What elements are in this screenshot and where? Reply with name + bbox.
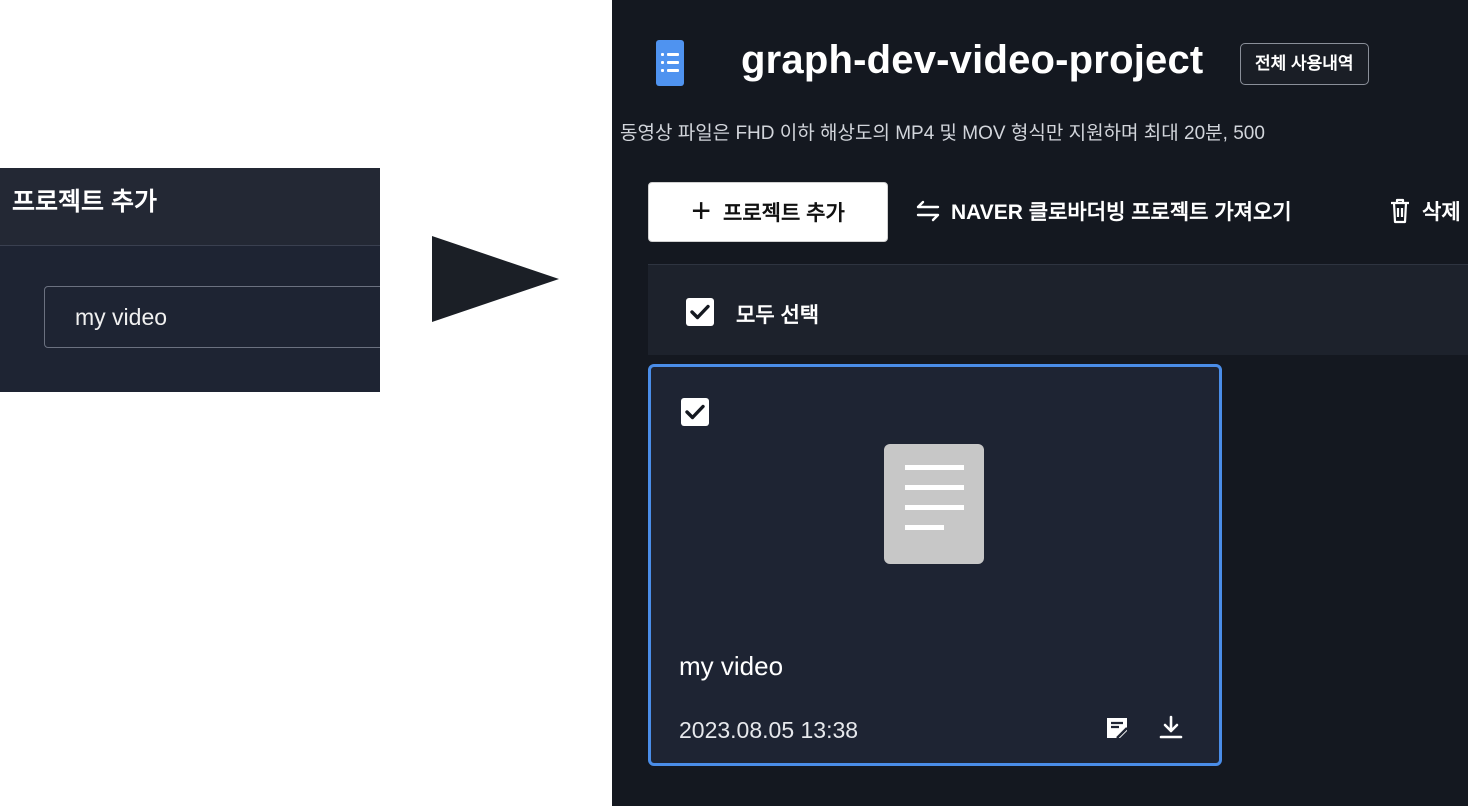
dialog-title: 프로젝트 추가 — [12, 188, 157, 216]
select-all-bar: 모두 선택 — [648, 264, 1468, 355]
document-icon — [656, 40, 684, 86]
project-date: 2023.08.05 13:38 — [679, 717, 859, 743]
delete-button[interactable]: 삭제 — [1388, 196, 1461, 226]
download-button[interactable] — [1157, 714, 1185, 742]
project-name: my video — [679, 651, 784, 681]
project-card[interactable]: my video 2023.08.05 13:38 — [648, 364, 1222, 766]
checkbox-checked-icon — [690, 304, 710, 320]
checkbox-checked-icon — [685, 404, 705, 420]
page-title: graph-dev-video-project — [741, 38, 1204, 82]
import-label: NAVER 클로바더빙 프로젝트 가져오기 — [951, 201, 1292, 224]
subtitle-edit-icon — [1107, 718, 1128, 739]
delete-label: 삭제 — [1422, 201, 1461, 224]
subtitle-edit-button[interactable] — [1103, 714, 1131, 742]
download-icon — [1159, 715, 1183, 739]
swap-arrows-icon — [916, 200, 940, 222]
trash-icon — [1391, 198, 1409, 224]
add-project-button[interactable]: + 프로젝트 추가 — [648, 182, 888, 242]
project-page: graph-dev-video-project 전체 사용내역 동영상 파일은 … — [612, 0, 1468, 806]
add-project-dialog: 프로젝트 추가 — [0, 168, 380, 392]
document-thumbnail-icon — [884, 444, 984, 564]
project-name-input[interactable] — [44, 286, 380, 348]
plus-icon: + — [691, 191, 712, 230]
import-clova-project-button[interactable]: NAVER 클로바더빙 프로젝트 가져오기 — [915, 196, 1292, 226]
add-project-label: 프로젝트 추가 — [723, 202, 845, 225]
project-card-checkbox[interactable] — [681, 398, 709, 426]
transition-arrow — [432, 236, 559, 322]
dialog-header: 프로젝트 추가 — [0, 168, 380, 246]
usage-history-button[interactable]: 전체 사용내역 — [1240, 43, 1369, 85]
select-all-label: 모두 선택 — [736, 304, 820, 327]
select-all-checkbox[interactable] — [686, 298, 714, 326]
upload-notice: 동영상 파일은 FHD 이하 해상도의 MP4 및 MOV 형식만 지원하며 최… — [620, 123, 1265, 144]
